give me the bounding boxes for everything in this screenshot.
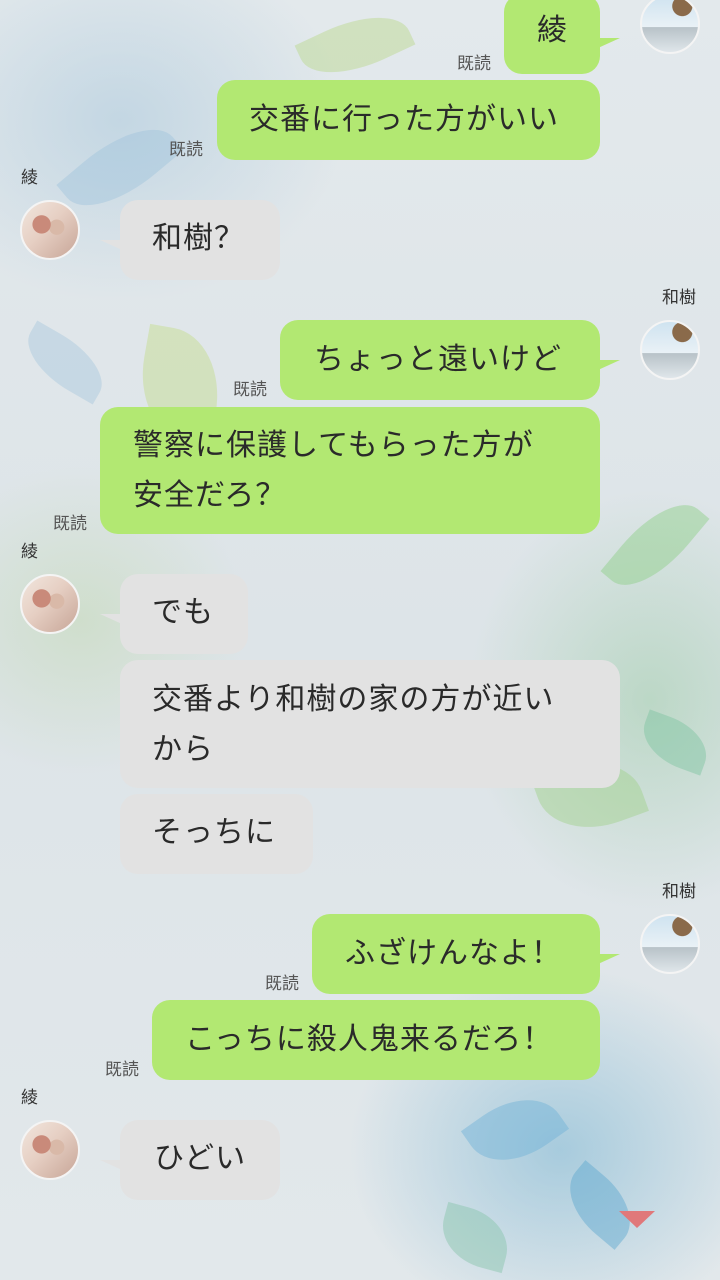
message-bubble-incoming[interactable]: 和樹？ bbox=[120, 200, 280, 280]
bubble-tail bbox=[598, 38, 620, 48]
message-bubble-incoming[interactable]: そっちに bbox=[120, 794, 313, 874]
message-bubble-outgoing[interactable]: こっちに殺人鬼来るだろ！ bbox=[152, 1000, 600, 1080]
bubble-tail bbox=[100, 240, 122, 250]
message-text: 綾 bbox=[537, 13, 568, 48]
message-text: ひどい bbox=[154, 1141, 247, 1176]
read-receipt: 既読 bbox=[169, 140, 203, 160]
message-bubble-outgoing[interactable]: ふざけんなよ！ bbox=[312, 914, 600, 994]
message-bubble-outgoing[interactable]: 綾 bbox=[504, 0, 600, 74]
sender-name: 和樹 bbox=[662, 882, 696, 902]
message-bubble-outgoing[interactable]: 交番に行った方がいい bbox=[217, 80, 600, 160]
read-receipt: 既読 bbox=[105, 1060, 139, 1080]
message-bubble-incoming[interactable]: ひどい bbox=[120, 1120, 280, 1200]
sender-name: 綾 bbox=[21, 542, 38, 562]
bubble-tail bbox=[598, 954, 620, 964]
message-text-line: 交番より和樹の家の方が近い bbox=[152, 682, 555, 717]
avatar-aya[interactable] bbox=[20, 574, 80, 634]
sender-name: 和樹 bbox=[662, 288, 696, 308]
read-receipt: 既読 bbox=[457, 54, 491, 74]
message-text: ふざけんなよ！ bbox=[345, 936, 562, 971]
message-bubble-outgoing[interactable]: 警察に保護してもらった方が 安全だろ？ bbox=[100, 407, 600, 534]
sender-name: 綾 bbox=[21, 1088, 38, 1108]
bubble-tail bbox=[100, 614, 122, 624]
message-bubble-outgoing[interactable]: ちょっと遠いけど bbox=[280, 320, 600, 400]
message-text-line: から bbox=[152, 732, 214, 767]
bubble-tail bbox=[598, 360, 620, 370]
message-text: そっちに bbox=[152, 815, 276, 850]
message-bubble-incoming[interactable]: でも bbox=[120, 574, 248, 654]
message-text: こっちに殺人鬼来るだろ！ bbox=[185, 1022, 554, 1057]
avatar-aya[interactable] bbox=[20, 1120, 80, 1180]
message-text-line: 警察に保護してもらった方が bbox=[133, 428, 534, 463]
read-receipt: 既読 bbox=[233, 380, 267, 400]
message-text: でも bbox=[152, 595, 214, 630]
triangle-down-icon[interactable] bbox=[619, 1211, 655, 1228]
message-bubble-incoming[interactable]: 交番より和樹の家の方が近い から bbox=[120, 660, 620, 788]
read-receipt: 既読 bbox=[53, 514, 87, 534]
bubble-tail bbox=[100, 1160, 122, 1170]
chat-background bbox=[0, 0, 720, 1280]
avatar-aya[interactable] bbox=[20, 200, 80, 260]
sender-name: 綾 bbox=[21, 168, 38, 188]
message-text: 交番に行った方がいい bbox=[249, 102, 559, 137]
message-text: ちょっと遠いけど bbox=[314, 342, 562, 377]
read-receipt: 既読 bbox=[265, 974, 299, 994]
avatar-kazuki[interactable] bbox=[640, 914, 700, 974]
avatar-kazuki[interactable] bbox=[640, 320, 700, 380]
message-text-line: 安全だろ？ bbox=[133, 478, 287, 513]
message-text: 和樹？ bbox=[152, 221, 245, 256]
